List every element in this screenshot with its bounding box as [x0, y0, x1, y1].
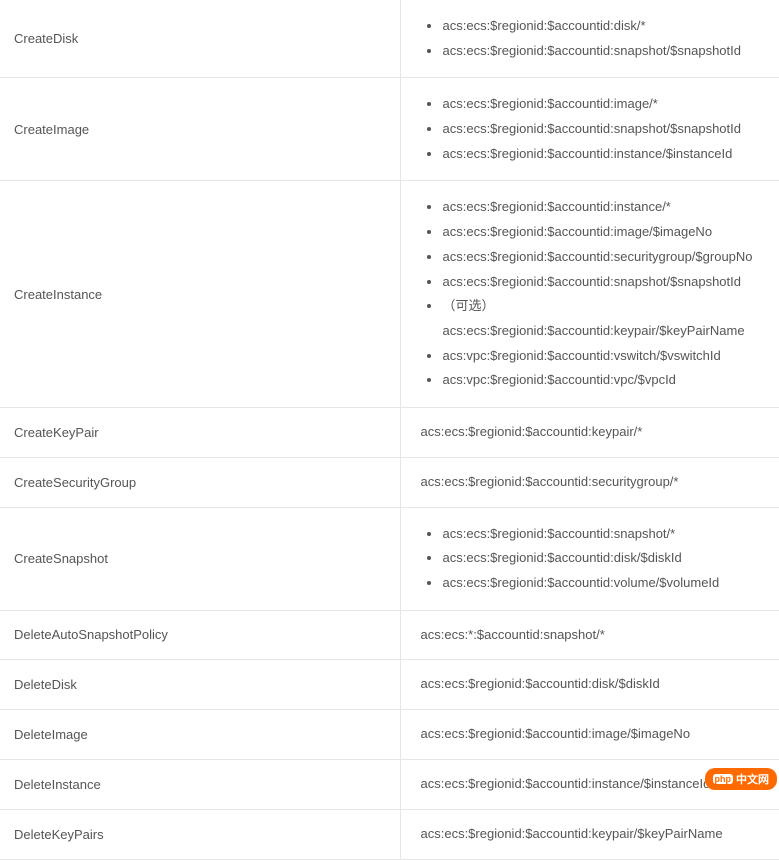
api-permissions-table: CreateDisk acs:ecs:$regionid:$accountid:d…: [0, 0, 779, 860]
resource-list: acs:ecs:$regionid:$accountid:instance/*a…: [421, 195, 766, 393]
table-row: CreateInstanceacs:ecs:$regionid:$account…: [0, 181, 779, 408]
resource-item: acs:ecs:$regionid:$accountid:image/$imag…: [439, 220, 766, 245]
resource-text: acs:ecs:$regionid:$accountid:keypair/*: [421, 424, 643, 439]
resource-item: acs:ecs:$regionid:$accountid:instance/$i…: [439, 142, 766, 167]
resource-item: acs:ecs:$regionid:$accountid:disk/*: [439, 14, 766, 39]
resource-item: acs:ecs:$regionid:$accountid:snapshot/$s…: [439, 117, 766, 142]
resource-cell: acs:ecs:$regionid:$accountid:securitygro…: [400, 457, 779, 507]
table-row: DeleteAutoSnapshotPolicy acs:ecs:*:$accou…: [0, 610, 779, 660]
table-body: CreateDisk acs:ecs:$regionid:$accountid:d…: [0, 0, 779, 859]
resource-list: acs:ecs:$regionid:$accountid:image/*acs:…: [421, 92, 766, 166]
resource-list: acs:ecs:$regionid:$accountid:snapshot/*a…: [421, 522, 766, 596]
resource-text: acs:ecs:$regionid:$accountid:disk/$diskI…: [421, 676, 660, 691]
resource-cell: acs:ecs:$regionid:$accountid:instance/*a…: [400, 181, 779, 408]
table-row: DeleteImage acs:ecs:$regionid:$accountid:…: [0, 710, 779, 760]
action-cell: CreateSecurityGroup: [0, 457, 400, 507]
table-row: CreateSecurityGroup acs:ecs:$regionid:$ac…: [0, 457, 779, 507]
table-row: DeleteDisk acs:ecs:$regionid:$accountid:d…: [0, 660, 779, 710]
resource-cell: acs:ecs:$regionid:$accountid:disk/*acs:e…: [400, 0, 779, 78]
watermark-text: 中文网: [736, 771, 769, 787]
action-cell: DeleteInstance: [0, 759, 400, 809]
resource-cell: acs:ecs:$regionid:$accountid:snapshot/*a…: [400, 507, 779, 610]
resource-cell: acs:ecs:$regionid:$accountid:disk/$diskI…: [400, 660, 779, 710]
resource-text: acs:ecs:$regionid:$accountid:keypair/$ke…: [421, 826, 723, 841]
resource-item: （可选）acs:ecs:$regionid:$accountid:keypair…: [439, 294, 766, 343]
resource-cell: acs:ecs:*:$accountid:snapshot/*: [400, 610, 779, 660]
action-cell: CreateSnapshot: [0, 507, 400, 610]
table-row: CreateDisk acs:ecs:$regionid:$accountid:d…: [0, 0, 779, 78]
resource-cell: acs:ecs:$regionid:$accountid:image/$imag…: [400, 710, 779, 760]
resource-item: acs:vpc:$regionid:$accountid:vswitch/$vs…: [439, 344, 766, 369]
resource-item: acs:ecs:$regionid:$accountid:disk/$diskI…: [439, 546, 766, 571]
resource-text: acs:ecs:*:$accountid:snapshot/*: [421, 627, 605, 642]
action-cell: DeleteDisk: [0, 660, 400, 710]
watermark-badge: php 中文网: [705, 768, 778, 790]
resource-cell: acs:ecs:$regionid:$accountid:keypair/*: [400, 407, 779, 457]
resource-item: acs:ecs:$regionid:$accountid:securitygro…: [439, 245, 766, 270]
resource-item: acs:ecs:$regionid:$accountid:snapshot/*: [439, 522, 766, 547]
action-cell: DeleteImage: [0, 710, 400, 760]
resource-item: acs:ecs:$regionid:$accountid:snapshot/$s…: [439, 270, 766, 295]
table-row: CreateImage acs:ecs:$regionid:$accountid:…: [0, 78, 779, 181]
action-cell: CreateKeyPair: [0, 407, 400, 457]
resource-item: acs:vpc:$regionid:$accountid:vpc/$vpcId: [439, 368, 766, 393]
resource-text: acs:ecs:$regionid:$accountid:image/$imag…: [421, 726, 691, 741]
resource-item: acs:ecs:$regionid:$accountid:volume/$vol…: [439, 571, 766, 596]
table-row: DeleteInstance acs:ecs:$regionid:$account…: [0, 759, 779, 809]
action-cell: DeleteAutoSnapshotPolicy: [0, 610, 400, 660]
action-cell: CreateImage: [0, 78, 400, 181]
action-cell: CreateInstance: [0, 181, 400, 408]
resource-list: acs:ecs:$regionid:$accountid:disk/*acs:e…: [421, 14, 766, 63]
table-row: DeleteKeyPairs acs:ecs:$regionid:$account…: [0, 809, 779, 859]
resource-item: acs:ecs:$regionid:$accountid:snapshot/$s…: [439, 39, 766, 64]
table-row: CreateKeyPair acs:ecs:$regionid:$accounti…: [0, 407, 779, 457]
resource-item: acs:ecs:$regionid:$accountid:image/*: [439, 92, 766, 117]
resource-cell: acs:ecs:$regionid:$accountid:image/*acs:…: [400, 78, 779, 181]
resource-text: acs:ecs:$regionid:$accountid:securitygro…: [421, 474, 679, 489]
action-cell: CreateDisk: [0, 0, 400, 78]
watermark-icon: php: [713, 774, 734, 784]
table-row: CreateSnapshot acs:ecs:$regionid:$account…: [0, 507, 779, 610]
resource-cell: acs:ecs:$regionid:$accountid:keypair/$ke…: [400, 809, 779, 859]
resource-text: acs:ecs:$regionid:$accountid:instance/$i…: [421, 776, 711, 791]
action-cell: DeleteKeyPairs: [0, 809, 400, 859]
resource-item: acs:ecs:$regionid:$accountid:instance/*: [439, 195, 766, 220]
